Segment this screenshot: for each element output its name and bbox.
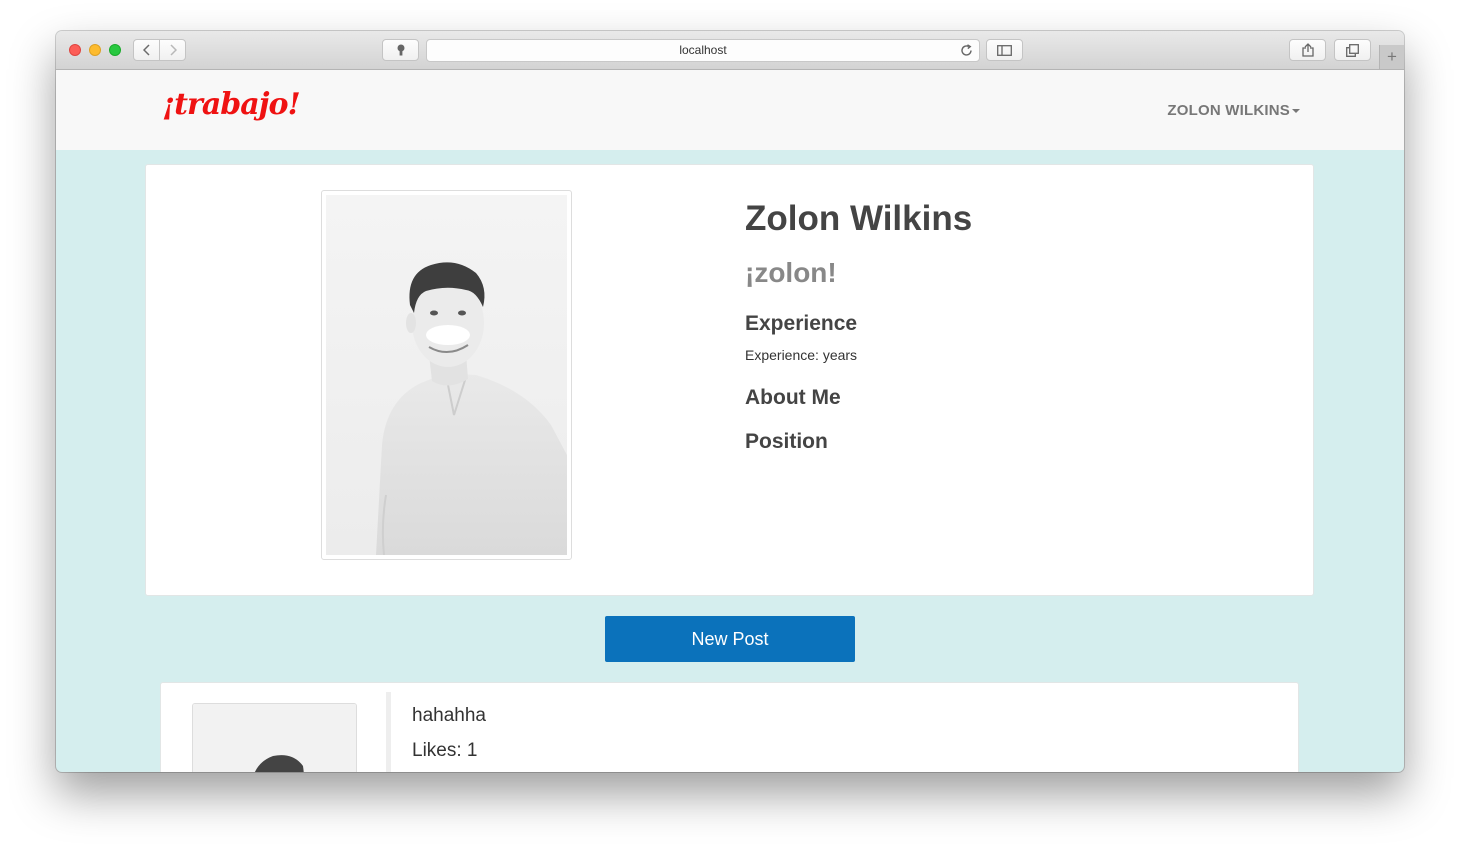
profile-name: Zolon Wilkins: [745, 199, 973, 238]
history-nav: [133, 39, 186, 61]
back-icon[interactable]: [134, 40, 159, 60]
browser-toolbar: localhost +: [56, 31, 1404, 70]
experience-text: Experience: years: [745, 347, 858, 363]
new-tab-icon[interactable]: +: [1379, 45, 1404, 69]
user-menu-label: ZOLON WILKINS: [1167, 102, 1290, 119]
privacy-icon[interactable]: [382, 39, 419, 61]
user-menu-dropdown[interactable]: ZOLON WILKINS: [1167, 102, 1300, 119]
profile-photo: [326, 195, 567, 555]
post-likes: Likes: 1: [412, 740, 478, 761]
profile-card: Zolon Wilkins ¡zolon! Experience Experie…: [145, 164, 1314, 596]
address-bar[interactable]: localhost: [426, 39, 980, 62]
caret-down-icon: [1292, 109, 1300, 114]
profile-photo-frame: [321, 190, 572, 560]
share-icon[interactable]: [1289, 39, 1326, 61]
reload-icon[interactable]: [960, 43, 973, 64]
tabs-icon[interactable]: [1334, 39, 1371, 61]
site-navbar: ¡trabajo! ZOLON WILKINS: [56, 70, 1404, 150]
zoom-icon[interactable]: [109, 44, 121, 56]
post-card: hahahha Likes: 1: [160, 682, 1299, 772]
close-icon[interactable]: [69, 44, 81, 56]
new-post-button[interactable]: New Post: [605, 616, 855, 662]
about-heading: About Me: [745, 386, 841, 409]
post-divider: [386, 692, 391, 772]
sidebar-icon[interactable]: [986, 39, 1023, 61]
browser-window: localhost + ¡trabajo! ZOLON WILKINS Zolo…: [56, 31, 1404, 772]
post-author-photo: [192, 703, 357, 772]
position-heading: Position: [745, 430, 828, 453]
post-text: hahahha: [412, 705, 486, 726]
url-text: localhost: [679, 43, 727, 57]
forward-icon[interactable]: [159, 40, 185, 60]
profile-handle: ¡zolon!: [745, 257, 837, 288]
site-logo[interactable]: ¡trabajo!: [162, 87, 301, 122]
experience-heading: Experience: [745, 312, 858, 335]
minimize-icon[interactable]: [89, 44, 101, 56]
